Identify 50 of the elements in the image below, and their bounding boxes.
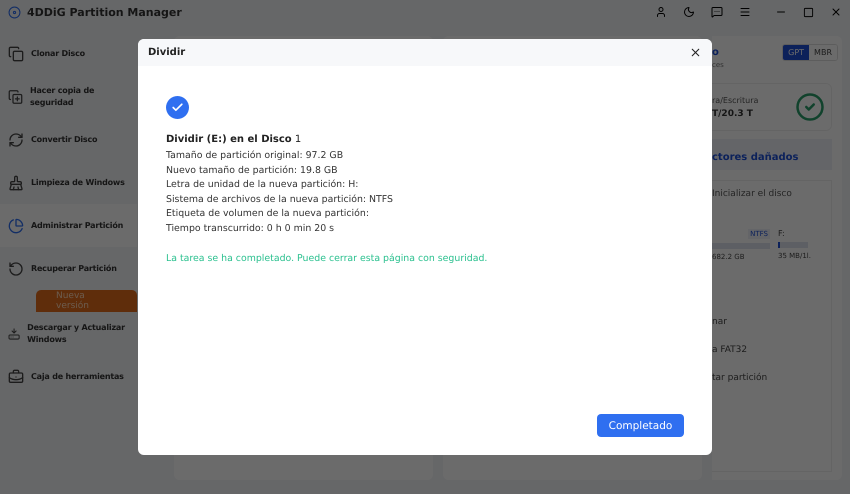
feedback-icon[interactable] (711, 6, 723, 18)
close-icon[interactable] (830, 6, 842, 18)
success-check-icon (166, 96, 189, 119)
sidebar-item-icon (8, 326, 20, 342)
result-detail: Sistema de archivos de la nueva partición: NTFS (166, 192, 394, 206)
result-detail: Letra de unidad de la nueva partición: H: (166, 178, 360, 192)
partition-action[interactable]: a FAT32 (712, 345, 831, 355)
app-logo-icon (8, 6, 21, 18)
usage-bar (778, 242, 808, 248)
initialize-disk-button[interactable]: Inicializar el disco (712, 189, 792, 199)
sidebar-item-icon (8, 132, 24, 148)
app-title: 4DDiG Partition Manager (27, 6, 182, 18)
partition-action[interactable]: nar (712, 317, 831, 327)
result-heading: Dividir (E:) en el Disco 1 (166, 134, 302, 145)
speed-label: ra/Escritura (712, 96, 758, 104)
usage-bar (712, 243, 770, 249)
sidebar-item[interactable]: Limpieza de Windows (0, 161, 137, 204)
partition-action[interactable]: tar partición (712, 373, 831, 383)
sidebar-item-icon (8, 174, 24, 190)
sidebar-item-icon (8, 88, 23, 104)
account-icon[interactable] (655, 6, 667, 18)
sidebar-item[interactable]: Clonar Disco (0, 32, 137, 75)
bad-sectors-bar[interactable]: ctores dañados (712, 139, 832, 170)
partition-style-tab[interactable]: GPT (783, 45, 810, 60)
sidebar-item[interactable]: Recuperar Partición (0, 247, 137, 290)
sidebar-item-icon (8, 218, 24, 234)
sidebar-item[interactable]: Descargar y Actualizar Windows (0, 312, 137, 355)
sidebar-item[interactable]: Caja de herramientas (0, 355, 137, 398)
disk-title: o (712, 47, 719, 58)
sidebar-item[interactable]: Administrar Partición (0, 204, 137, 247)
dialog-title: Dividir (148, 47, 186, 58)
sidebar-item-icon (8, 46, 24, 62)
sidebar-item-icon (8, 368, 24, 384)
success-message: La tarea se ha completado. Puede cerrar esta página con seguridad. (166, 253, 488, 264)
maximize-icon[interactable] (803, 6, 814, 18)
sidebar-item[interactable]: Hacer copia de seguridad (0, 75, 137, 118)
menu-icon[interactable] (739, 6, 751, 18)
drive-letter: F: (778, 229, 786, 238)
check-icon (795, 92, 825, 122)
speed-value: T/20.3 T (712, 108, 754, 118)
result-detail: Nuevo tamaño de partición: 19.8 GB (166, 164, 339, 178)
new-version-badge: Nueva versión (36, 290, 137, 312)
moon-icon[interactable] (683, 6, 695, 18)
completed-button[interactable]: Completado (597, 414, 684, 437)
result-detail: Tiempo transcurrido: 0 h 0 min 20 s (166, 222, 336, 236)
result-detail: Tamaño de partición original: 97.2 GB (166, 149, 344, 163)
result-detail: Etiqueta de volumen de la nueva partición: (166, 207, 370, 221)
sidebar-item[interactable]: Convertir Disco (0, 118, 137, 161)
close-button[interactable] (689, 46, 702, 59)
sidebar-item-icon (8, 260, 24, 276)
